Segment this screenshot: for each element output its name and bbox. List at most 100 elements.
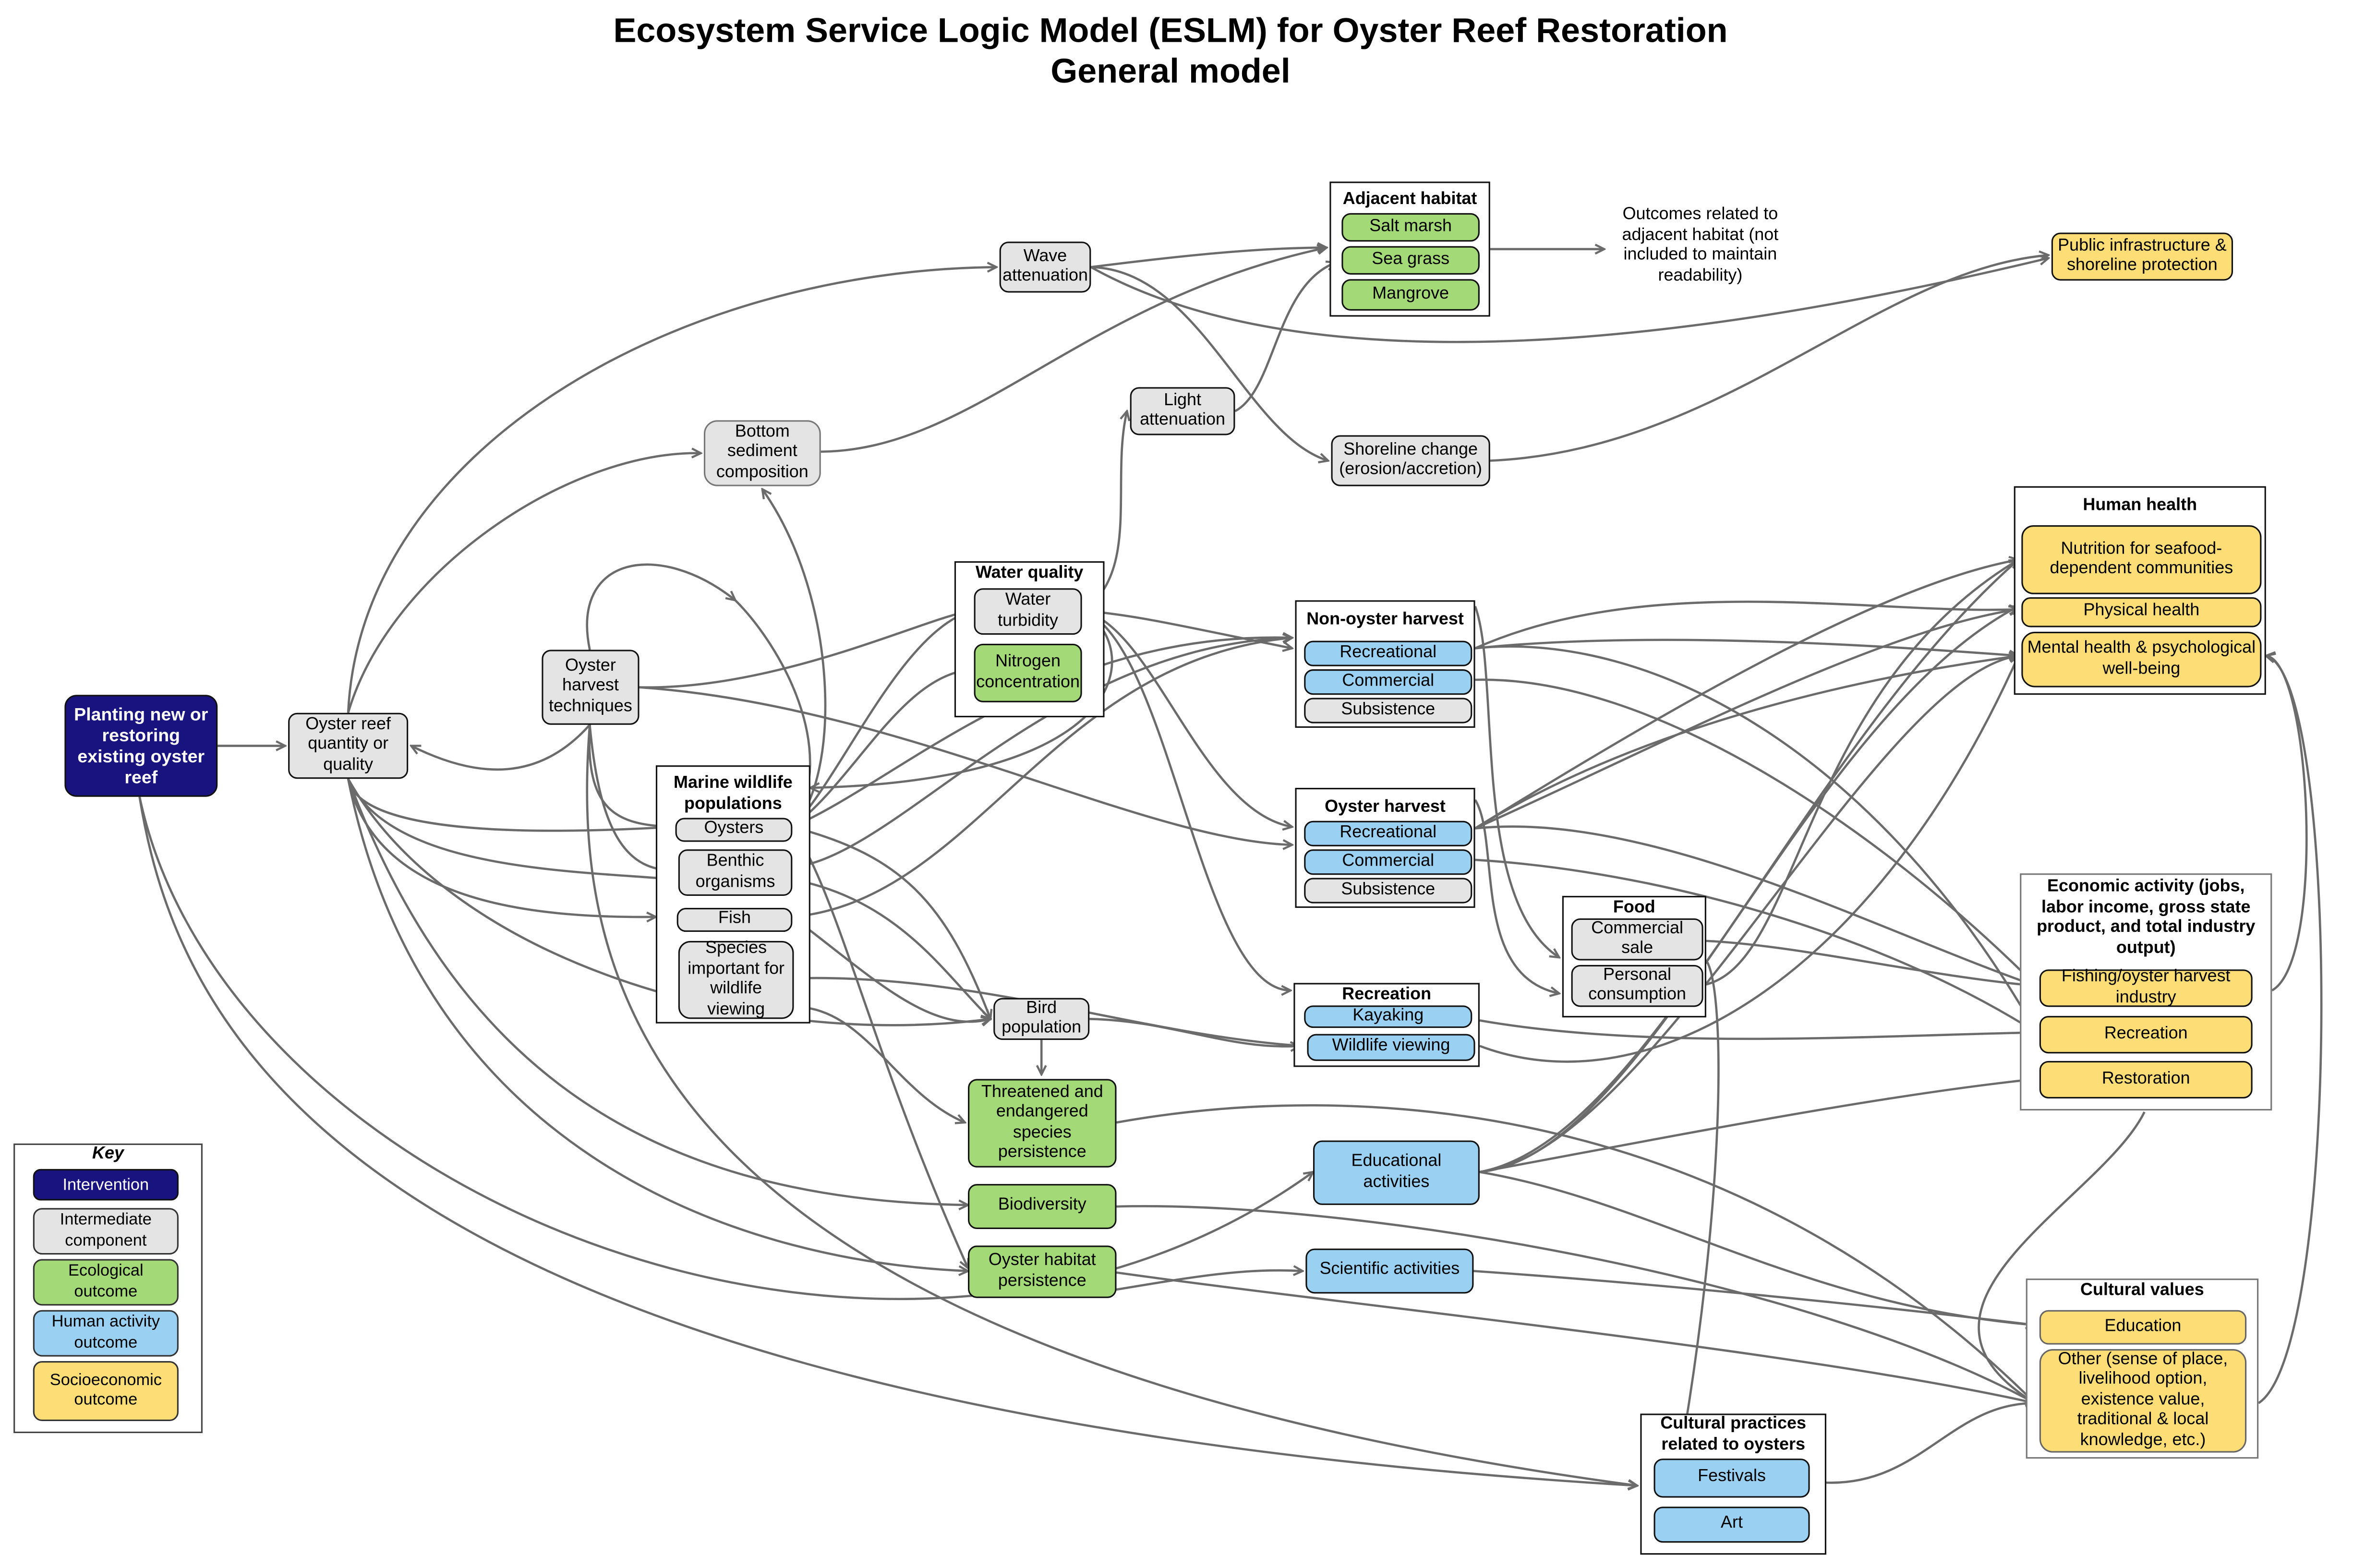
group-title: Water quality bbox=[976, 564, 1084, 582]
diagram-canvas: Ecosystem Service Logic Model (ESLM) for… bbox=[0, 0, 2353, 1568]
oyster-commercial-node[interactable]: Commercial bbox=[1304, 849, 1472, 875]
oyster-subsistence-node[interactable]: Subsistence bbox=[1304, 878, 1472, 904]
oysters-node[interactable]: Oysters bbox=[675, 818, 793, 842]
connector-arrow bbox=[1110, 1270, 1303, 1292]
group-human-health: Human health Nutrition for seafood-depen… bbox=[2014, 486, 2266, 695]
connector-arrow bbox=[1826, 1403, 2035, 1484]
planting-intervention[interactable]: Planting new or restoring existing oyste… bbox=[64, 695, 218, 797]
oyster-recreational-node[interactable]: Recreational bbox=[1304, 820, 1472, 846]
connector-arrow bbox=[1474, 560, 2019, 830]
non-oyster-subsistence-node[interactable]: Subsistence bbox=[1304, 698, 1472, 724]
connector-arrow bbox=[1091, 248, 1327, 268]
wildlife-viewing-node[interactable]: Wildlife viewing bbox=[1307, 1034, 1475, 1061]
group-cultural-practices: Cultural practices related to oysters Fe… bbox=[1640, 1413, 1826, 1555]
group-title: Oyster harvest bbox=[1325, 798, 1446, 817]
wave-attenuation-node[interactable]: Wave attenuation bbox=[999, 241, 1091, 293]
legend-socioeconomic: Socioeconomic outcome bbox=[33, 1361, 179, 1422]
connector-arrow bbox=[791, 611, 972, 828]
physical-health-node[interactable]: Physical health bbox=[2021, 597, 2262, 627]
shoreline-change-node[interactable]: Shoreline change (erosion/accretion) bbox=[1331, 435, 1490, 486]
connector-arrow bbox=[1706, 940, 2037, 986]
group-food: Food Commercial sale Personal consumptio… bbox=[1562, 896, 1706, 1018]
restoration-economy-node[interactable]: Restoration bbox=[2039, 1061, 2253, 1099]
group-title: Marine wildlife populations bbox=[674, 774, 793, 813]
connector-arrow bbox=[1479, 1079, 2037, 1173]
group-non-oyster-harvest: Non-oyster harvest Recreational Commerci… bbox=[1295, 600, 1475, 728]
connector-arrow bbox=[586, 563, 736, 650]
connector-arrow bbox=[1234, 263, 1335, 412]
non-oyster-recreational-node[interactable]: Recreational bbox=[1304, 640, 1472, 666]
connector-arrow bbox=[792, 878, 990, 1019]
mental-health-node[interactable]: Mental health & psychological well-being bbox=[2021, 631, 2262, 688]
connector-arrow bbox=[1706, 560, 2018, 986]
connector-arrow bbox=[1116, 1205, 2035, 1403]
light-attenuation-node[interactable]: Light attenuation bbox=[1130, 387, 1235, 435]
group-title: Economic activity (jobs, labor income, g… bbox=[2037, 878, 2256, 957]
connector-arrow bbox=[1473, 1270, 2035, 1325]
group-cultural-values: Cultural values Education Other (sense o… bbox=[2026, 1279, 2259, 1459]
salt-marsh-node[interactable]: Salt marsh bbox=[1341, 213, 1480, 242]
adjacent-habitat-note: Outcomes related to adjacent habitat (no… bbox=[1622, 205, 1779, 285]
group-title: Cultural practices related to oysters bbox=[1660, 1415, 1807, 1454]
group-title: Adjacent habitat bbox=[1342, 190, 1477, 209]
connector-arrow bbox=[791, 916, 990, 1022]
legend-ecological: Ecological outcome bbox=[33, 1259, 179, 1306]
oyster-habitat-persistence-node[interactable]: Oyster habitat persistence bbox=[968, 1245, 1117, 1298]
connector-arrow bbox=[1083, 609, 1291, 990]
fish-node[interactable]: Fish bbox=[676, 908, 793, 932]
group-marine-wildlife: Marine wildlife populations Oysters Bent… bbox=[655, 765, 810, 1024]
group-water-quality: Water quality Water turbidity Nitrogen c… bbox=[954, 561, 1105, 718]
edges-layer bbox=[138, 0, 2323, 1568]
group-title: Human health bbox=[2083, 496, 2197, 515]
connector-arrow bbox=[1479, 656, 2018, 1063]
public-infrastructure-node[interactable]: Public infrastructure & shoreline protec… bbox=[2051, 232, 2233, 281]
festivals-node[interactable]: Festivals bbox=[1653, 1459, 1810, 1498]
legend-intermediate: Intermediate component bbox=[33, 1208, 179, 1255]
benthic-organisms-node[interactable]: Benthic organisms bbox=[678, 849, 793, 896]
oyster-harvest-techniques-node[interactable]: Oyster harvest techniques bbox=[542, 650, 640, 725]
connector-arrow bbox=[411, 724, 591, 771]
scientific-activities-node[interactable]: Scientific activities bbox=[1305, 1248, 1474, 1294]
bottom-sediment-node[interactable]: Bottom sediment composition bbox=[703, 420, 821, 486]
group-title: Recreation bbox=[1342, 986, 1432, 1004]
connector-arrow bbox=[1474, 656, 2019, 830]
connector-arrow bbox=[791, 826, 968, 1268]
sea-grass-node[interactable]: Sea grass bbox=[1341, 246, 1480, 275]
threatened-species-node[interactable]: Threatened and endangered species persis… bbox=[968, 1079, 1117, 1168]
nitrogen-concentration-node[interactable]: Nitrogen concentration bbox=[974, 643, 1082, 702]
connector-arrow bbox=[347, 778, 674, 831]
education-value-node[interactable]: Education bbox=[2039, 1310, 2247, 1345]
connector-arrow bbox=[1479, 656, 2018, 1173]
connector-arrow bbox=[347, 453, 701, 713]
group-title: Non-oyster harvest bbox=[1306, 611, 1464, 629]
non-oyster-commercial-node[interactable]: Commercial bbox=[1304, 669, 1472, 695]
connector-arrow bbox=[1479, 1019, 2037, 1040]
legend-key: Key Intervention Intermediate component … bbox=[13, 1143, 203, 1434]
fishing-industry-node[interactable]: Fishing/oyster harvest industry bbox=[2039, 968, 2253, 1007]
kayaking-node[interactable]: Kayaking bbox=[1304, 1005, 1472, 1028]
educational-activities-node[interactable]: Educational activities bbox=[1313, 1140, 1480, 1205]
group-adjacent-habitat: Adjacent habitat Salt marsh Sea grass Ma… bbox=[1329, 181, 1490, 317]
other-cultural-values-node[interactable]: Other (sense of place, livelihood option… bbox=[2039, 1349, 2247, 1453]
mangrove-node[interactable]: Mangrove bbox=[1341, 279, 1480, 311]
connector-arrow bbox=[639, 611, 973, 688]
recreation-economy-node[interactable]: Recreation bbox=[2039, 1016, 2253, 1054]
group-title: Food bbox=[1613, 899, 1655, 917]
personal-consumption-node[interactable]: Personal consumption bbox=[1571, 965, 1703, 1007]
art-node[interactable]: Art bbox=[1653, 1507, 1810, 1543]
bird-population-node[interactable]: Bird population bbox=[993, 998, 1090, 1040]
commercial-sale-node[interactable]: Commercial sale bbox=[1571, 918, 1703, 961]
group-title: Cultural values bbox=[2080, 1281, 2204, 1300]
nutrition-node[interactable]: Nutrition for seafood-dependent communit… bbox=[2021, 525, 2262, 594]
group-economic-activity: Economic activity (jobs, labor income, g… bbox=[2020, 873, 2272, 1111]
connector-arrow bbox=[1116, 1271, 2035, 1403]
connector-arrow bbox=[1479, 560, 2018, 1173]
species-wildlife-viewing-node[interactable]: Species important for wildlife viewing bbox=[678, 940, 794, 1019]
connector-arrow bbox=[791, 669, 972, 828]
biodiversity-node[interactable]: Biodiversity bbox=[968, 1184, 1117, 1229]
group-recreation: Recreation Kayaking Wildlife viewing bbox=[1293, 983, 1480, 1067]
connector-arrow bbox=[2266, 656, 2308, 992]
water-turbidity-node[interactable]: Water turbidity bbox=[974, 588, 1082, 635]
oyster-reef-quantity-node[interactable]: Oyster reef quantity or quality bbox=[288, 712, 409, 779]
legend-human-activity: Human activity outcome bbox=[33, 1310, 179, 1357]
